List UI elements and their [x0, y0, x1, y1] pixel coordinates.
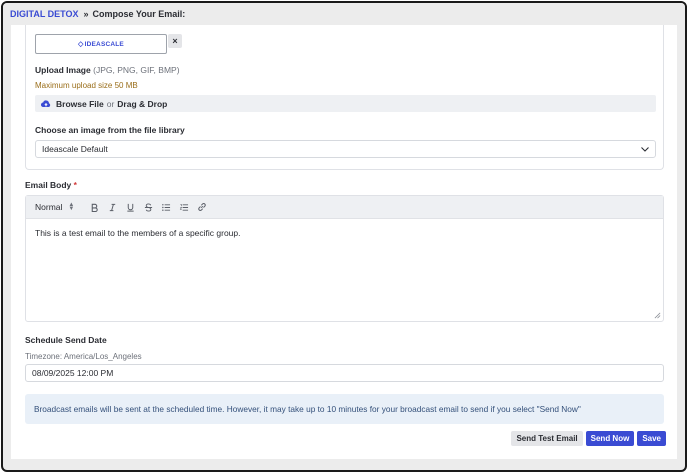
- drag-drop-label: Drag & Drop: [117, 98, 168, 109]
- ordered-list-icon: [179, 203, 189, 211]
- resize-grip-icon[interactable]: [654, 312, 661, 319]
- timezone-label: Timezone: America/Los_Angeles: [25, 352, 142, 361]
- editor-toolbar: Normal ▲ ▼: [26, 196, 663, 219]
- link-button[interactable]: [193, 200, 211, 214]
- logo-text: IDEASCALE: [84, 40, 124, 48]
- breadcrumb: DIGITAL DETOX » Compose Your Email:: [3, 3, 685, 25]
- broadcast-info-alert: Broadcast emails will be sent at the sch…: [25, 394, 664, 424]
- italic-icon: [109, 203, 115, 211]
- format-value: Normal: [35, 202, 63, 212]
- selected-image-preview: ◇ IDEASCALE: [35, 34, 167, 54]
- send-test-email-button[interactable]: Send Test Email: [511, 431, 583, 446]
- bullet-list-button[interactable]: [157, 200, 175, 214]
- underline-button[interactable]: [121, 200, 139, 214]
- email-body-label: Email Body *: [25, 180, 77, 190]
- image-settings-card: ◇ IDEASCALE × Upload Image (JPG, PNG, GI…: [25, 25, 664, 170]
- link-icon: [198, 203, 206, 211]
- email-body-editor: Normal ▲ ▼ This is a test email to the m…: [25, 195, 664, 322]
- remove-image-button[interactable]: ×: [168, 34, 182, 48]
- cloud-upload-icon: [41, 99, 51, 107]
- strikethrough-button[interactable]: [139, 200, 157, 214]
- compose-panel: ◇ IDEASCALE × Upload Image (JPG, PNG, GI…: [11, 25, 677, 459]
- breadcrumb-separator: »: [83, 9, 89, 19]
- bullet-list-icon: [162, 203, 171, 211]
- upload-file-types: (JPG, PNG, GIF, BMP): [93, 65, 180, 75]
- file-library-selected: Ideascale Default: [42, 144, 108, 154]
- upload-dropzone[interactable]: Browse File or Drag & Drop: [35, 95, 656, 112]
- select-arrows-icon: ▲ ▼: [68, 202, 75, 212]
- send-now-button[interactable]: Send Now: [585, 431, 635, 446]
- file-library-label: Choose an image from the file library: [35, 125, 185, 135]
- file-library-select[interactable]: Ideascale Default: [35, 140, 656, 158]
- or-text: or: [106, 98, 115, 109]
- email-body-title: Email Body: [25, 180, 72, 190]
- app-frame: DIGITAL DETOX » Compose Your Email: ◇ ID…: [1, 1, 687, 472]
- browse-file-link[interactable]: Browse File: [56, 99, 104, 109]
- bold-icon: [91, 203, 98, 212]
- bold-button[interactable]: [85, 200, 103, 214]
- schedule-datetime-input[interactable]: 08/09/2025 12:00 PM: [25, 364, 664, 382]
- schedule-send-label: Schedule Send Date: [25, 335, 107, 345]
- ideascale-logo-icon: ◇: [78, 41, 84, 48]
- upload-max-size: Maximum upload size 50 MB: [35, 81, 138, 90]
- italic-button[interactable]: [103, 200, 121, 214]
- breadcrumb-root-link[interactable]: DIGITAL DETOX: [10, 9, 79, 19]
- action-buttons: Send Test Email Send Now Save: [511, 431, 666, 446]
- email-body-textarea[interactable]: This is a test email to the members of a…: [26, 219, 663, 247]
- format-select[interactable]: Normal ▲ ▼: [35, 202, 85, 212]
- ordered-list-button[interactable]: [175, 200, 193, 214]
- required-marker: *: [73, 180, 77, 190]
- chevron-down-icon: [641, 147, 649, 152]
- save-button[interactable]: Save: [637, 431, 666, 446]
- upload-image-title: Upload Image: [35, 65, 91, 75]
- underline-icon: [126, 203, 134, 212]
- upload-image-label: Upload Image (JPG, PNG, GIF, BMP): [35, 65, 180, 75]
- breadcrumb-current: Compose Your Email:: [92, 9, 186, 19]
- strikethrough-icon: [144, 202, 152, 212]
